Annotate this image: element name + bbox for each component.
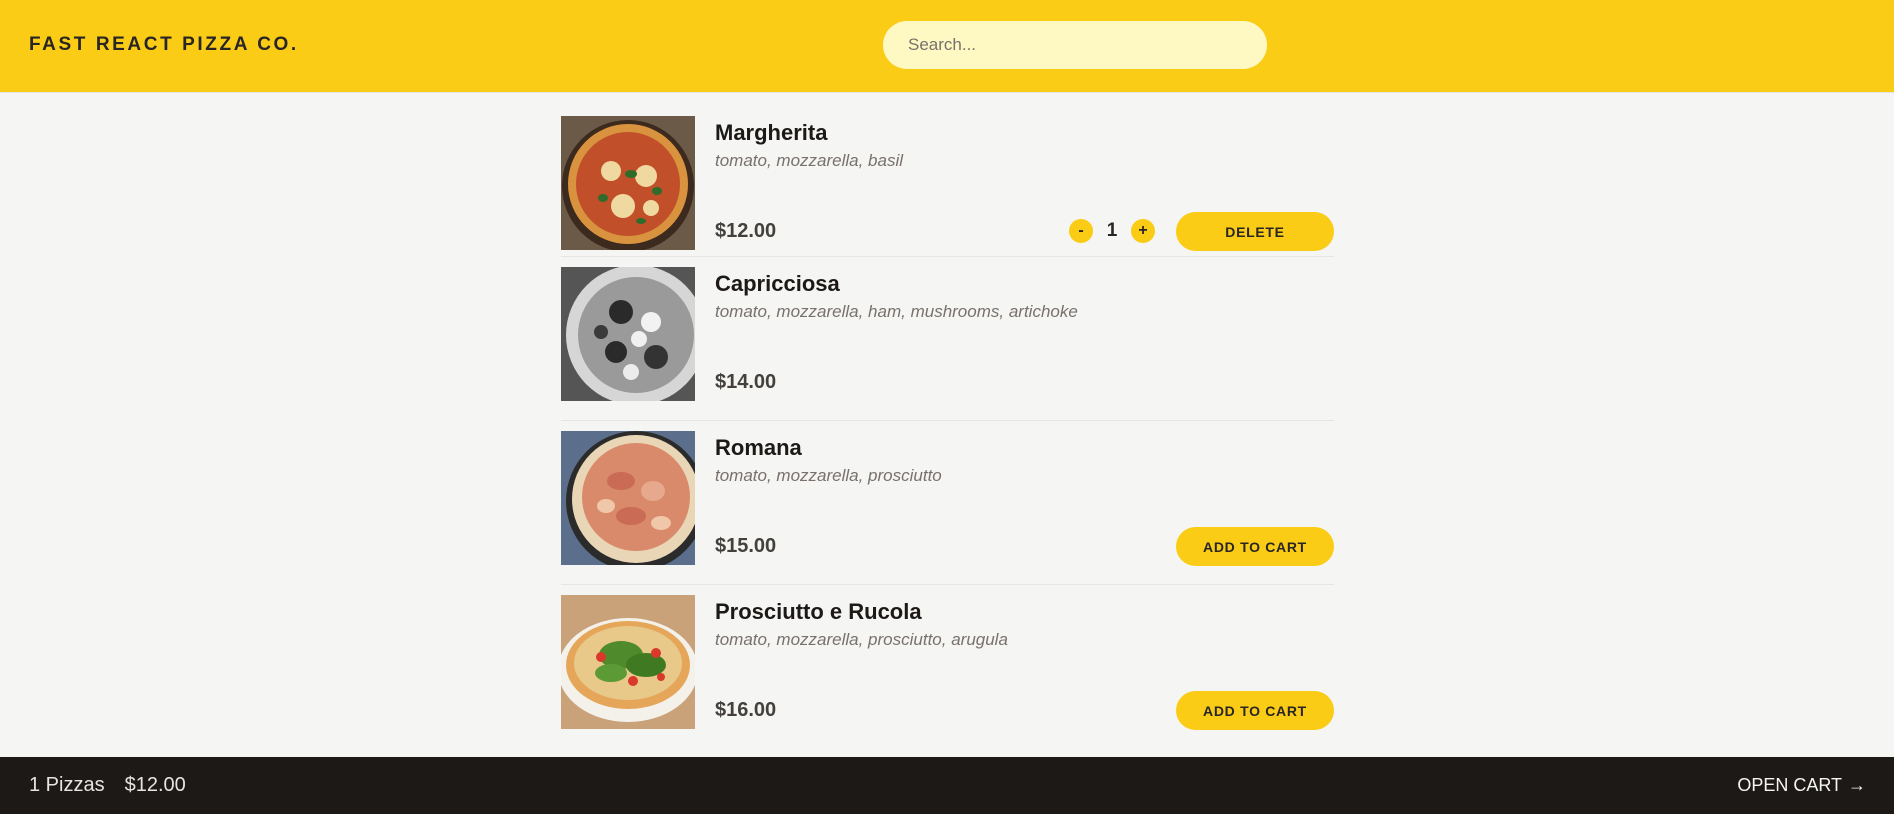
- open-cart-label: Open cart: [1737, 775, 1842, 795]
- pizza-price: $15.00: [715, 535, 777, 557]
- quantity-value: 1: [1106, 220, 1118, 241]
- pizza-name: Prosciutto e Rucola: [715, 599, 922, 624]
- arrow-right-icon: →: [1848, 775, 1866, 795]
- pizza-image-prosciutto-e-rucola: [561, 595, 695, 729]
- pizza-item-capricciosa: Capricciosa tomato, mozzarella, ham, mus…: [561, 257, 1334, 421]
- pizza-name: Romana: [715, 435, 802, 460]
- pizza-name: Margherita: [715, 120, 828, 145]
- pizza-ingredients: tomato, mozzarella, prosciutto, arugula: [715, 630, 1008, 649]
- cart-total: $12.00: [124, 774, 186, 796]
- pizza-name: Capricciosa: [715, 271, 840, 296]
- open-cart-link[interactable]: Open cart →: [1737, 757, 1866, 814]
- decrease-quantity-button[interactable]: -: [1069, 219, 1093, 243]
- add-to-cart-button[interactable]: Add to cart: [1176, 691, 1334, 730]
- header: Fast React Pizza Co.: [0, 0, 1894, 93]
- menu-list: Margherita tomato, mozzarella, basil $12…: [561, 93, 1334, 749]
- pizza-image-romana: [561, 431, 695, 565]
- pizza-price: $14.00: [715, 371, 777, 393]
- cart-summary: 1 Pizzas $12.00: [29, 757, 186, 814]
- pizza-image-margherita: [561, 116, 695, 250]
- quantity-stepper: - 1 +: [1069, 218, 1155, 244]
- cart-pizza-count: 1 Pizzas: [29, 774, 105, 796]
- pizza-ingredients: tomato, mozzarella, basil: [715, 151, 904, 170]
- pizza-image-capricciosa: [561, 267, 695, 401]
- delete-button[interactable]: Delete: [1176, 212, 1334, 251]
- pizza-price: $12.00: [715, 220, 777, 242]
- pizza-ingredients: tomato, mozzarella, ham, mushrooms, arti…: [715, 302, 1078, 321]
- logo-link[interactable]: Fast React Pizza Co.: [29, 34, 299, 56]
- cart-overview: 1 Pizzas $12.00 Open cart →: [0, 757, 1894, 814]
- pizza-item-margherita: Margherita tomato, mozzarella, basil $12…: [561, 93, 1334, 257]
- increase-quantity-button[interactable]: +: [1131, 219, 1155, 243]
- pizza-price: $16.00: [715, 699, 777, 721]
- add-to-cart-button[interactable]: Add to cart: [1176, 527, 1334, 566]
- pizza-ingredients: tomato, mozzarella, prosciutto: [715, 466, 942, 485]
- pizza-item-romana: Romana tomato, mozzarella, prosciutto $1…: [561, 421, 1334, 585]
- pizza-item-prosciutto-e-rucola: Prosciutto e Rucola tomato, mozzarella, …: [561, 585, 1334, 749]
- search-input[interactable]: [883, 21, 1267, 69]
